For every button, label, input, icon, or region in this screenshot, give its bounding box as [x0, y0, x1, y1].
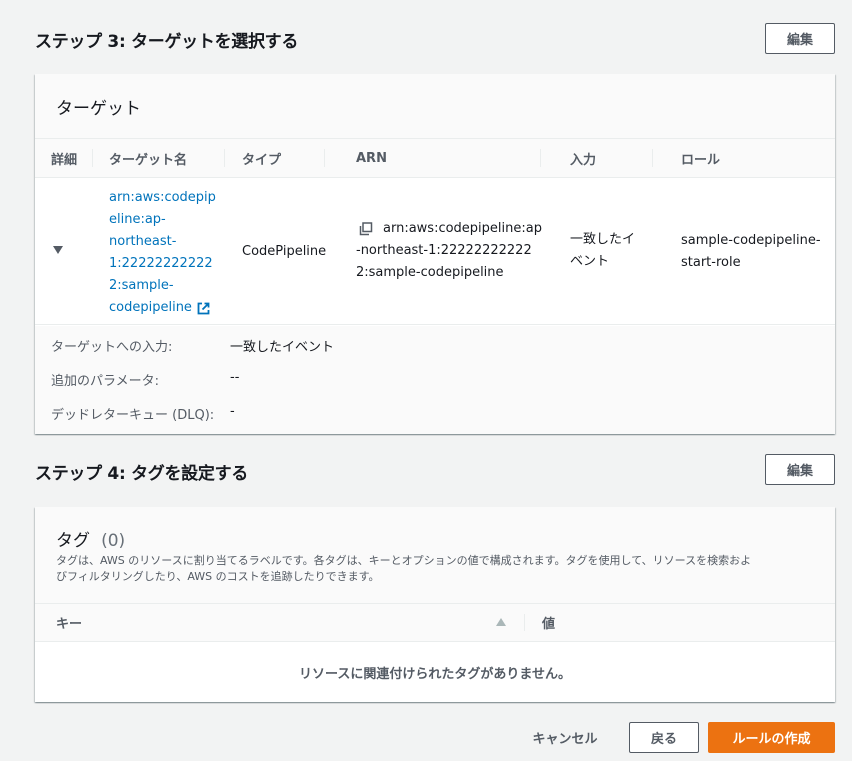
tags-panel-heading: タグ (0) [56, 526, 125, 551]
target-details: ターゲットへの入力: 一致したイベント 追加のパラメータ: -- デッドレターキ… [35, 326, 835, 434]
targets-panel: ターゲット 詳細 ターゲット名 タイプ ARN 入力 ロール arn:aws:c… [35, 74, 835, 434]
tags-panel: タグ (0) タグは、AWS のリソースに割り当てるラベルです。各タグは、キーと… [35, 507, 835, 702]
col-value[interactable]: 値 [542, 604, 555, 641]
targets-panel-header: ターゲット [35, 74, 835, 139]
tags-panel-title: タグ [56, 531, 90, 551]
target-name-line: eline:ap- [109, 212, 166, 227]
role-line: sample-codepipeline- [681, 233, 821, 248]
tags-description-line: びフィルタリングしたり、AWS のコストを追跡したりできます。 [56, 570, 380, 583]
arn-text: arn:aws:codepipeline:ap [383, 221, 542, 236]
copy-icon[interactable] [359, 222, 373, 236]
arn-cell: arn:aws:codepipeline:ap -northeast-1:222… [356, 218, 542, 284]
targets-panel-title: ターゲット [56, 99, 141, 119]
col-arn[interactable]: ARN [356, 139, 387, 177]
col-details: 詳細 [51, 152, 78, 168]
create-rule-button[interactable]: ルールの作成 [708, 722, 835, 753]
external-link-icon[interactable] [197, 302, 210, 315]
target-name-link[interactable]: arn:aws:codepip eline:ap- northeast- 1:2… [109, 187, 216, 319]
tags-panel-header: タグ (0) タグは、AWS のリソースに割り当てるラベルです。各タグは、キーと… [35, 507, 835, 604]
col-separator [324, 149, 325, 167]
role-cell: sample-codepipeline- start-role [681, 230, 821, 274]
col-separator [540, 149, 541, 167]
target-name-line: codepipeline [109, 297, 216, 319]
col-separator [524, 614, 525, 631]
role-line: start-role [681, 255, 741, 270]
col-key[interactable]: キー [56, 604, 82, 641]
detail-label: 追加のパラメータ: [51, 374, 159, 389]
tags-empty-message: リソースに関連付けられたタグがありません。 [299, 666, 571, 682]
detail-label: デッドレターキュー (DLQ): [51, 408, 215, 423]
tags-description-line: タグは、AWS のリソースに割り当てるラベルです。各タグは、キーとオプションの値… [56, 554, 752, 567]
col-separator [652, 149, 653, 167]
target-name-line: northeast- [109, 234, 177, 249]
cancel-button[interactable]: キャンセル [522, 722, 608, 753]
expand-caret-icon[interactable] [53, 246, 63, 254]
step3-edit-button[interactable]: 編集 [765, 23, 835, 54]
target-name-text: codepipeline [109, 300, 192, 315]
arn-line: 2:sample-codepipeline [356, 265, 504, 280]
target-name-line: arn:aws:codepip [109, 190, 216, 205]
detail-value: -- [230, 370, 240, 385]
step4-edit-button[interactable]: 編集 [765, 454, 835, 485]
col-separator [224, 149, 225, 167]
input-line: 一致したイ [570, 232, 636, 247]
sort-ascending-icon[interactable] [496, 618, 506, 626]
tags-table-header: キー 値 [35, 604, 835, 642]
target-name-line: 1:22222222222 [109, 256, 213, 271]
arn-line: arn:aws:codepipeline:ap [356, 218, 542, 240]
detail-value: 一致したイベント [230, 340, 335, 355]
col-input[interactable]: 入力 [570, 139, 596, 177]
type-cell: CodePipeline [242, 244, 327, 259]
step3-title: ステップ 3: ターゲットを選択する [35, 32, 299, 52]
detail-value: - [230, 404, 235, 419]
back-button[interactable]: 戻る [629, 722, 699, 753]
targets-table-header: 詳細 ターゲット名 タイプ ARN 入力 ロール [35, 139, 835, 178]
detail-label: ターゲットへの入力: [51, 340, 173, 355]
col-separator [92, 149, 93, 167]
target-name-line: 2:sample- [109, 278, 174, 293]
col-type[interactable]: タイプ [242, 139, 281, 177]
arn-line: -northeast-1:22222222222 [356, 243, 532, 258]
col-target-name[interactable]: ターゲット名 [109, 139, 187, 177]
input-line: ベント [570, 254, 610, 269]
tags-count: (0) [101, 531, 126, 551]
table-row: arn:aws:codepip eline:ap- northeast- 1:2… [35, 178, 835, 325]
input-cell: 一致したイ ベント [570, 229, 635, 273]
col-role[interactable]: ロール [681, 139, 720, 177]
step4-title: ステップ 4: タグを設定する [35, 464, 248, 484]
tags-description: タグは、AWS のリソースに割り当てるラベルです。各タグは、キーとオプションの値… [56, 553, 751, 585]
